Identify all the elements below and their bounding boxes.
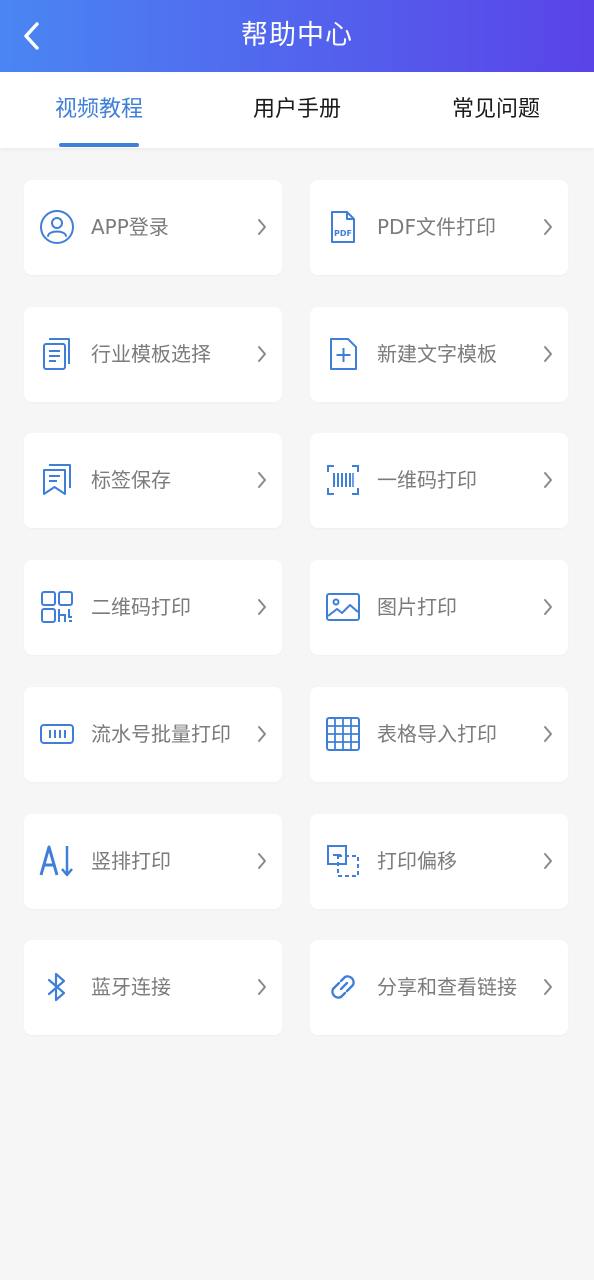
tutorial-item-label-save[interactable]: 标签保存	[24, 433, 282, 528]
vertical-text-icon	[39, 843, 75, 879]
link-icon	[325, 969, 361, 1005]
image-icon	[325, 589, 361, 625]
tutorial-item-pdf-print[interactable]: PDF PDF文件打印	[310, 180, 568, 275]
tutorial-item-label: 分享和查看链接	[377, 975, 517, 999]
tutorial-item-label: 二维码打印	[91, 595, 191, 619]
chevron-right-icon	[542, 850, 554, 872]
tutorial-item-label: 蓝牙连接	[91, 975, 171, 999]
pdf-file-icon: PDF	[325, 209, 361, 245]
tutorial-item-qrcode-print[interactable]: 二维码打印	[24, 560, 282, 655]
chevron-right-icon	[256, 469, 268, 491]
tutorial-item-app-login[interactable]: APP登录	[24, 180, 282, 275]
chevron-right-icon	[542, 216, 554, 238]
tutorial-item-label: 标签保存	[91, 468, 171, 492]
qrcode-icon	[39, 589, 75, 625]
offset-icon	[325, 843, 361, 879]
serial-number-icon	[39, 716, 75, 752]
tutorial-item-label: 打印偏移	[377, 849, 457, 873]
tutorial-item-label: 流水号批量打印	[91, 722, 231, 746]
chevron-right-icon	[256, 976, 268, 998]
table-grid-icon	[325, 716, 361, 752]
svg-text:PDF: PDF	[334, 229, 352, 238]
chevron-right-icon	[542, 469, 554, 491]
tutorial-item-image-print[interactable]: 图片打印	[310, 560, 568, 655]
tutorial-item-label: 图片打印	[377, 595, 457, 619]
chevron-right-icon	[256, 850, 268, 872]
chevron-right-icon	[256, 723, 268, 745]
tutorial-grid: APP登录 PDF PDF文件打印 行业模板选择 新建文字模板 标签保存 一维码…	[0, 0, 594, 1280]
bookmark-icon	[39, 462, 75, 498]
help-center-page: 帮助中心 视频教程 用户手册 常见问题 APP登录 PDF PDF文件打印 行业…	[0, 0, 594, 1280]
tutorial-item-share-link[interactable]: 分享和查看链接	[310, 940, 568, 1035]
user-icon	[39, 209, 75, 245]
chevron-right-icon	[256, 596, 268, 618]
chevron-right-icon	[542, 596, 554, 618]
tutorial-item-new-text-template[interactable]: 新建文字模板	[310, 307, 568, 402]
chevron-right-icon	[542, 976, 554, 998]
tutorial-item-label: 竖排打印	[91, 849, 171, 873]
tutorial-item-label: 表格导入打印	[377, 722, 497, 746]
tutorial-item-label: 新建文字模板	[377, 342, 497, 366]
tutorial-item-bluetooth[interactable]: 蓝牙连接	[24, 940, 282, 1035]
chevron-right-icon	[256, 343, 268, 365]
bluetooth-icon	[39, 969, 75, 1005]
tutorial-item-industry-template[interactable]: 行业模板选择	[24, 307, 282, 402]
chevron-right-icon	[542, 343, 554, 365]
tutorial-item-serial-batch-print[interactable]: 流水号批量打印	[24, 687, 282, 782]
chevron-right-icon	[542, 723, 554, 745]
chevron-right-icon	[256, 216, 268, 238]
tutorial-item-label: 行业模板选择	[91, 342, 211, 366]
new-file-icon	[325, 336, 361, 372]
tutorial-item-label: 一维码打印	[377, 468, 477, 492]
barcode-icon	[325, 462, 361, 498]
document-icon	[39, 336, 75, 372]
tutorial-item-vertical-print[interactable]: 竖排打印	[24, 814, 282, 909]
tutorial-item-barcode-print[interactable]: 一维码打印	[310, 433, 568, 528]
tutorial-item-print-offset[interactable]: 打印偏移	[310, 814, 568, 909]
tutorial-item-table-import-print[interactable]: 表格导入打印	[310, 687, 568, 782]
tutorial-item-label: PDF文件打印	[377, 215, 496, 239]
tutorial-item-label: APP登录	[91, 215, 169, 239]
